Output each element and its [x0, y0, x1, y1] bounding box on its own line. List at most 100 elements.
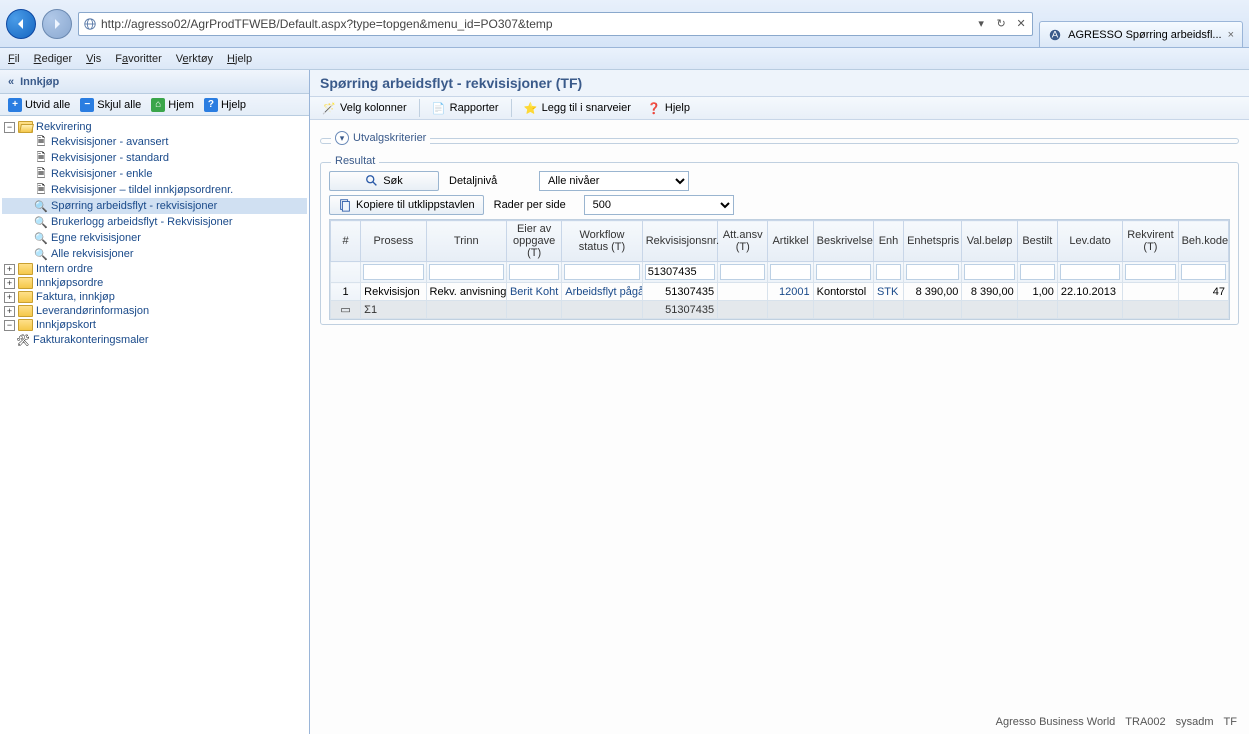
tree-item-rekv-standard[interactable]: 🗎Rekvisisjoner - standard	[2, 150, 307, 166]
col-dato[interactable]: Lev.dato	[1057, 221, 1122, 262]
tree-item-fakturakontering[interactable]: 🛠Fakturakonteringsmaler	[2, 332, 307, 348]
col-prosess[interactable]: Prosess	[361, 221, 426, 262]
tree-folder-innkjopskort[interactable]: −Innkjøpskort	[2, 318, 307, 332]
criteria-legend[interactable]: ▾ Utvalgskriterier	[331, 131, 430, 145]
menu-hjelp[interactable]: Hjelp	[227, 53, 252, 65]
home-button[interactable]: ⌂Hjem	[147, 97, 198, 113]
criteria-fieldset: ▾ Utvalgskriterier	[320, 138, 1239, 144]
address-bar[interactable]: ▾ ↻ ✕	[78, 12, 1033, 36]
footer-env: TRA002	[1125, 716, 1165, 728]
enh-link[interactable]: STK	[873, 283, 903, 301]
doc-icon: 🗎	[34, 167, 48, 181]
tree-folder-leverandor[interactable]: +Leverandørinformasjon	[2, 304, 307, 318]
refresh-icon[interactable]: ↻	[994, 17, 1008, 31]
filter-dato[interactable]	[1060, 264, 1120, 280]
url-input[interactable]	[101, 17, 970, 31]
col-belop[interactable]: Val.beløp	[962, 221, 1017, 262]
tree-item-rekv-avansert[interactable]: 🗎Rekvisisjoner - avansert	[2, 134, 307, 150]
result-grid: # Prosess Trinn Eier av oppgave (T) Work…	[329, 219, 1230, 320]
status-link[interactable]: Arbeidsflyt pågår	[562, 283, 642, 301]
add-shortcut-button[interactable]: ⭐Legg til i snarveier	[518, 99, 637, 117]
menu-verktoy[interactable]: Verktøy	[176, 53, 213, 65]
col-kode[interactable]: Beh.kode	[1178, 221, 1228, 262]
tab-strip: A AGRESSO Spørring arbeidsfl... ×	[1039, 0, 1243, 47]
close-tab-icon[interactable]: ×	[1228, 29, 1234, 41]
forward-button[interactable]	[42, 9, 72, 39]
tree-item-rekv-enkle[interactable]: 🗎Rekvisisjoner - enkle	[2, 166, 307, 182]
folder-icon	[18, 305, 33, 317]
expander-icon[interactable]: +	[4, 278, 15, 289]
filter-status[interactable]	[564, 264, 639, 280]
col-trinn[interactable]: Trinn	[426, 221, 506, 262]
select-columns-button[interactable]: 🪄Velg kolonner	[316, 99, 413, 117]
expand-all-button[interactable]: +Utvid alle	[4, 97, 74, 113]
filter-kode[interactable]	[1181, 264, 1226, 280]
doc-icon: 🗎	[34, 183, 48, 197]
chevron-down-icon[interactable]: ▾	[335, 131, 349, 145]
col-rekv[interactable]: Rekvisisjonsnr.	[642, 221, 717, 262]
col-artikkel[interactable]: Artikkel	[768, 221, 813, 262]
dropdown-icon[interactable]: ▾	[974, 17, 988, 31]
filter-artikkel[interactable]	[770, 264, 810, 280]
tree-folder-innkjopsordre[interactable]: +Innkjøpsordre	[2, 276, 307, 290]
browser-tab[interactable]: A AGRESSO Spørring arbeidsfl... ×	[1039, 21, 1243, 47]
filter-beskr[interactable]	[816, 264, 871, 280]
back-button[interactable]	[6, 9, 36, 39]
filter-trinn[interactable]	[429, 264, 504, 280]
col-pris[interactable]: Enhetspris	[904, 221, 962, 262]
filter-prosess[interactable]	[363, 264, 423, 280]
filter-eier[interactable]	[509, 264, 559, 280]
col-beskr[interactable]: Beskrivelse	[813, 221, 873, 262]
tree-item-brukerlogg[interactable]: 🔍Brukerlogg arbeidsflyt - Rekvisisjoner	[2, 214, 307, 230]
content-help-button[interactable]: ❓Hjelp	[641, 99, 696, 117]
filter-belop[interactable]	[964, 264, 1014, 280]
expander-icon[interactable]: +	[4, 306, 15, 317]
col-bestilt[interactable]: Bestilt	[1017, 221, 1057, 262]
filter-enh[interactable]	[876, 264, 901, 280]
result-legend: Resultat	[331, 155, 379, 167]
tree-item-alle-rekv[interactable]: 🔍Alle rekvisisjoner	[2, 246, 307, 262]
tree-item-egne-rekv[interactable]: 🔍Egne rekvisisjoner	[2, 230, 307, 246]
copy-clipboard-button[interactable]: Kopiere til utklippstavlen	[329, 195, 484, 215]
tree-item-rekv-tildel[interactable]: 🗎Rekvisisjoner – tildel innkjøpsordrenr.	[2, 182, 307, 198]
collapse-sum-icon[interactable]: ▭	[340, 304, 350, 316]
tree-item-sporring-arbeidsflyt[interactable]: 🔍Spørring arbeidsflyt - rekvisisjoner	[2, 198, 307, 214]
filter-rekvirent[interactable]	[1125, 264, 1175, 280]
expander-icon[interactable]: −	[4, 320, 15, 331]
col-num[interactable]: #	[331, 221, 361, 262]
query-icon: 🔍	[34, 247, 48, 261]
col-status[interactable]: Workflow status (T)	[562, 221, 642, 262]
tree-folder-rekvirering[interactable]: − Rekvirering	[2, 120, 307, 134]
menu-vis[interactable]: Vis	[86, 53, 101, 65]
owner-link[interactable]: Berit Koht	[506, 283, 561, 301]
wand-icon: 🪄	[322, 101, 336, 115]
filter-att[interactable]	[720, 264, 765, 280]
artikkel-link[interactable]: 12001	[768, 283, 813, 301]
col-enh[interactable]: Enh	[873, 221, 903, 262]
filter-pris[interactable]	[906, 264, 959, 280]
expander-icon[interactable]: +	[4, 264, 15, 275]
help-button[interactable]: ?Hjelp	[200, 97, 250, 113]
menu-favoritter[interactable]: Favoritter	[115, 53, 161, 65]
reports-button[interactable]: 📄Rapporter	[426, 99, 505, 117]
collapse-all-button[interactable]: −Skjul alle	[76, 97, 145, 113]
collapse-sidebar-icon[interactable]: «	[8, 76, 14, 88]
stop-icon[interactable]: ✕	[1014, 17, 1028, 31]
detail-level-select[interactable]: Alle nivåer	[539, 171, 689, 191]
grid-data-row[interactable]: 1 Rekvisisjon Rekv. anvisning Berit Koht…	[331, 283, 1229, 301]
col-att[interactable]: Att.ansv (T)	[718, 221, 768, 262]
rows-per-page-select[interactable]: 500	[584, 195, 734, 215]
filter-bestilt[interactable]	[1020, 264, 1055, 280]
content-toolbar: 🪄Velg kolonner 📄Rapporter ⭐Legg til i sn…	[310, 96, 1249, 120]
expander-icon[interactable]: −	[4, 122, 15, 133]
col-rekvirent[interactable]: Rekvirent (T)	[1123, 221, 1178, 262]
star-icon: ⭐	[524, 101, 538, 115]
expander-icon[interactable]: +	[4, 292, 15, 303]
tree-folder-intern-ordre[interactable]: +Intern ordre	[2, 262, 307, 276]
col-eier[interactable]: Eier av oppgave (T)	[506, 221, 561, 262]
search-button[interactable]: Søk	[329, 171, 439, 191]
menu-fil[interactable]: Fil	[8, 53, 20, 65]
filter-rekv[interactable]	[645, 264, 715, 280]
tree-folder-faktura[interactable]: +Faktura, innkjøp	[2, 290, 307, 304]
menu-rediger[interactable]: Rediger	[34, 53, 73, 65]
